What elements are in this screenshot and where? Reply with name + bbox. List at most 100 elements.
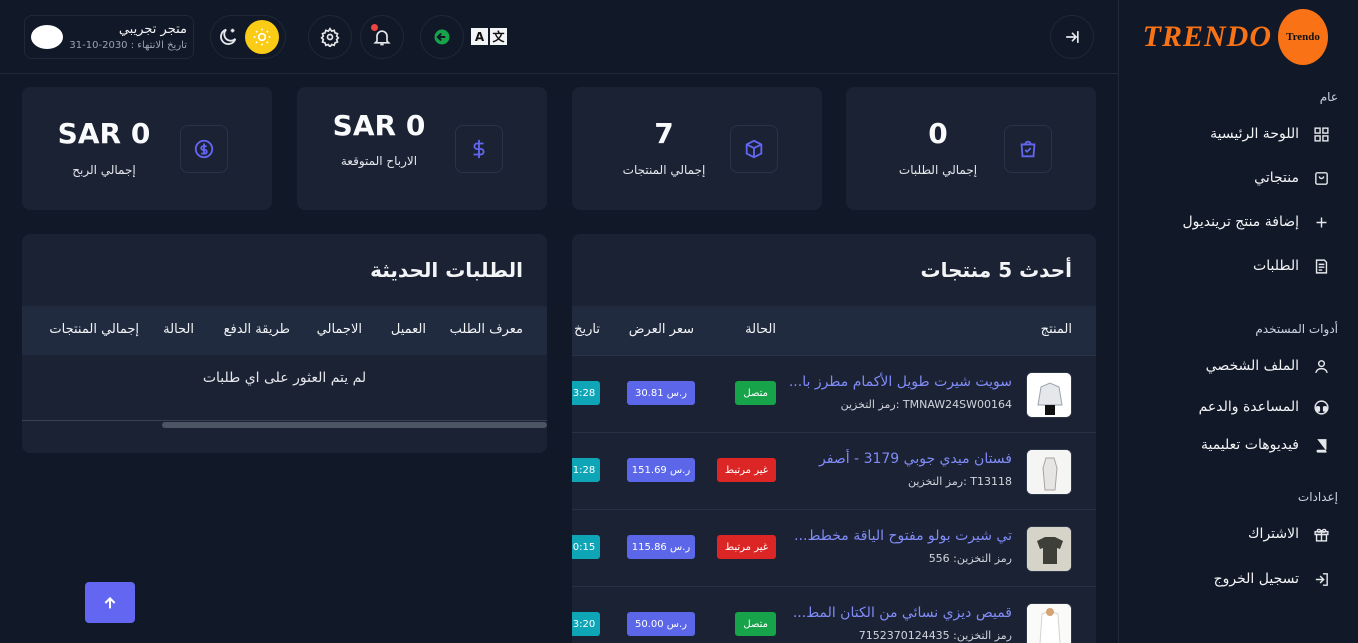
theme-toggle[interactable] [210,15,286,59]
status-badge: متصل [735,612,776,636]
product-sku: رمز التخزين: TMNAW24SW00164 [840,398,1012,411]
plus-icon [1316,217,1327,227]
section-general-title: عام [1319,90,1338,104]
column-header-customer: العميل [390,322,426,337]
column-header-payment-method: طريقة الدفع [223,322,290,337]
table-row[interactable]: سويت شيرت طويل الأكمام مطرز با... رمز ال… [572,355,1096,432]
section-settings-title: إعدادات [1297,490,1338,504]
sidebar-item-logout[interactable]: تسجيل الخروج [1130,564,1330,594]
stat-card-expected-profit: SAR 0 الارباح المتوقعة [297,87,547,210]
price-badge: 30.81 ر.س [627,381,695,405]
app-root: TRENDO Trendo عام اللوحة الرئيسية منتجات… [0,0,1358,643]
date-badge: 0:15 [572,535,600,559]
settings-button[interactable] [308,15,352,59]
user-icon [1315,359,1328,373]
topbar: متجر تجريبي تاريخ الانتهاء : 2030-10-31 … [0,0,1118,74]
translate-icon: 文 [490,28,507,45]
stat-label: إجمالي الربح [72,163,136,177]
stat-label: الارباح المتوقعة [340,154,418,168]
collapse-sidebar-button[interactable] [1050,15,1094,59]
bag-check-icon [1004,125,1052,173]
table-row[interactable]: فستان ميدي جوبي 3179 - أصفر رمز التخزين:… [572,432,1096,509]
price-badge: 50.00 ر.س [627,612,695,636]
sidebar-item-label: منتجاتي [1254,170,1299,186]
stat-label: إجمالي المنتجات [622,163,706,177]
notifications-button[interactable] [360,15,404,59]
status-badge: غير مرتبط [716,535,776,559]
sidebar-item-label: فيديوهات تعليمية [1200,437,1299,453]
store-expiry: تاريخ الانتهاء : 2030-10-31 [69,40,187,52]
product-name-link[interactable]: قميص ديزي نسائي من الكتان المط... [793,605,1012,621]
sidebar-item-subscription[interactable]: الاشتراك [1130,519,1330,549]
dashboard-icon [1314,126,1329,142]
sidebar-item-tutorial-videos[interactable]: فيديوهات تعليمية [1130,430,1330,460]
shopping-bag-icon [1315,171,1328,185]
column-header-status: الحالة [163,322,194,337]
sidebar-item-help-support[interactable]: المساعدة والدعم [1130,392,1330,422]
arrow-up-icon [104,596,116,608]
table-header: المنتج الحالة سعر العرض تاريخ [572,306,1096,355]
column-header-product: المنتج [1040,322,1072,337]
sidebar: TRENDO Trendo عام اللوحة الرئيسية منتجات… [1118,0,1358,643]
stat-card-total-products: 7 إجمالي المنتجات [572,87,822,210]
product-name-link[interactable]: تي شيرت بولو مفتوح الياقة مخطط... [794,528,1012,544]
sun-icon[interactable] [245,20,279,54]
scroll-track [22,420,547,421]
recent-orders-panel: الطلبات الحديثة معرف الطلب العميل الاجما… [22,234,547,453]
section-user-tools-title: أدوات المستخدم [1255,322,1338,336]
panel-title: الطلبات الحديثة [370,258,523,282]
product-sku: رمز التخزين: 7152370124435 [858,629,1012,642]
store-switcher[interactable]: متجر تجريبي تاريخ الانتهاء : 2030-10-31 [24,15,194,59]
sidebar-item-dashboard[interactable]: اللوحة الرئيسية [1130,119,1330,149]
sidebar-item-add-trendyol-product[interactable]: إضافة منتج ترينديول [1130,207,1330,237]
column-header-date: تاريخ [574,322,600,337]
sidebar-item-label: إضافة منتج ترينديول [1182,214,1299,230]
stat-card-total-profit: SAR 0 إجمالي الربح [22,87,272,210]
arrow-to-right-icon [1066,31,1079,43]
table-header: معرف الطلب العميل الاجمالي طريقة الدفع ا… [22,306,547,355]
date-badge: 1:28 [572,458,600,482]
date-badge: 3:20 [572,612,600,636]
sidebar-item-label: المساعدة والدعم [1198,399,1299,415]
product-thumbnail [1026,526,1072,572]
table-row[interactable]: قميص ديزي نسائي من الكتان المط... رمز ال… [572,586,1096,643]
sidebar-item-label: الملف الشخصي [1205,358,1299,374]
product-name-link[interactable]: فستان ميدي جوبي 3179 - أصفر [819,451,1012,467]
moon-stars-icon[interactable] [217,26,239,48]
subscription-icon [1314,528,1329,542]
brand-logo[interactable]: TRENDO Trendo [1143,9,1328,65]
product-thumbnail [1026,449,1072,495]
headset-icon [1314,399,1329,415]
sidebar-item-profile[interactable]: الملف الشخصي [1130,351,1330,381]
latest-products-panel: أحدث 5 منتجات المنتج الحالة سعر العرض تا… [572,234,1096,643]
sidebar-item-label: الطلبات [1253,258,1299,274]
sidebar-item-orders[interactable]: الطلبات [1130,251,1330,281]
sidebar-item-my-products[interactable]: منتجاتي [1130,163,1330,193]
panel-title: أحدث 5 منتجات [920,258,1072,282]
column-header-order-id: معرف الطلب [449,322,523,337]
translate-button[interactable]: A 文 [471,28,507,45]
price-badge: 115.86 ر.س [627,535,695,559]
store-avatar [31,25,63,49]
logo-badge: Trendo [1278,9,1328,65]
product-sku: رمز التخزين: T13118 [907,475,1012,488]
translate-icon: A [471,28,488,45]
status-button[interactable] [420,15,464,59]
stat-value: 7 [654,117,674,150]
logout-icon [1315,572,1328,586]
stat-value: SAR 0 [57,117,151,150]
sidebar-item-label: الاشتراك [1248,526,1299,542]
product-name-link[interactable]: سويت شيرت طويل الأكمام مطرز با... [789,374,1012,390]
book-icon [1316,438,1327,453]
arrow-left-circle-icon [434,29,450,45]
column-header-total: الاجمالي [316,322,362,337]
table-row[interactable]: تي شيرت بولو مفتوح الياقة مخطط... رمز ال… [572,509,1096,586]
scroll-to-top-button[interactable] [85,582,135,623]
stat-value: SAR 0 [332,109,426,142]
empty-orders-message: لم يتم العثور على اي طلبات [202,370,367,386]
column-header-products-total: إجمالي المنتجات [49,322,139,337]
sidebar-item-label: تسجيل الخروج [1213,571,1299,587]
horizontal-scrollbar[interactable] [162,422,547,428]
orders-icon [1315,258,1328,274]
product-thumbnail [1026,372,1072,418]
